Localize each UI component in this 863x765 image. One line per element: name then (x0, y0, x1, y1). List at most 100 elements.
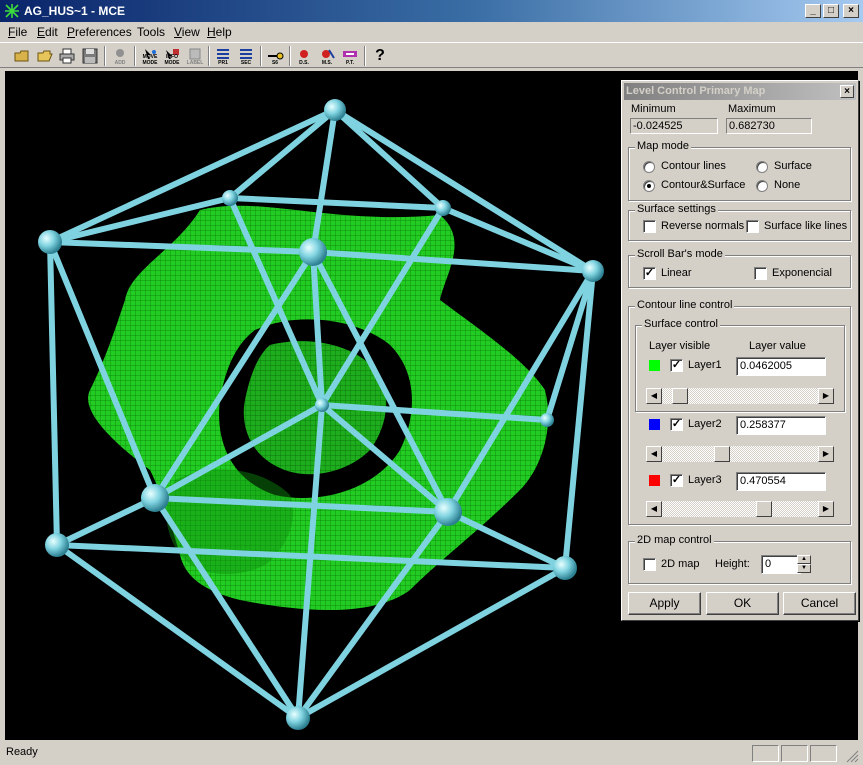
spin-up-icon[interactable]: ▲ (797, 555, 811, 564)
contour-lines-radio[interactable] (643, 161, 655, 173)
menu-view[interactable]: View (174, 25, 200, 39)
ms-icon[interactable]: M.S. (317, 46, 337, 66)
scroll-right-icon[interactable]: ▶ (818, 446, 834, 462)
layer3-color-swatch (649, 475, 660, 486)
ds-icon[interactable]: D.S. (294, 46, 314, 66)
add-icon[interactable]: ADD (110, 46, 130, 66)
toolbar-separator (260, 46, 262, 66)
scroll-thumb[interactable] (756, 501, 772, 517)
resize-grip-icon[interactable] (846, 750, 859, 763)
move-mode-icon[interactable]: MOVE MODE (140, 46, 160, 66)
contour-line-control-group: Contour line control Surface control Lay… (628, 299, 851, 525)
exponencial-checkbox[interactable] (754, 267, 767, 280)
reverse-normals-label: Reverse normals (661, 220, 745, 232)
layer-value-header: Layer value (749, 340, 806, 352)
status-pane (781, 745, 808, 762)
surface-settings-title: Surface settings (635, 203, 718, 215)
maximum-label: Maximum (728, 103, 776, 115)
surface-like-lines-checkbox[interactable] (746, 220, 759, 233)
cancel-button[interactable]: Cancel (783, 592, 856, 615)
menu-preferences[interactable]: Preferences (67, 25, 132, 39)
save-icon[interactable] (80, 46, 100, 66)
scroll-right-icon[interactable]: ▶ (818, 501, 834, 517)
scroll-bar-mode-title: Scroll Bar's mode (635, 248, 725, 260)
toolbar-separator (289, 46, 291, 66)
s6-icon[interactable]: S6 (265, 46, 285, 66)
layer1-value-input[interactable]: 0.0462005 (736, 357, 826, 376)
close-button[interactable]: × (843, 4, 859, 18)
layer1-label: Layer1 (688, 359, 722, 371)
layer3-checkbox[interactable]: ✓ (670, 474, 683, 487)
print-icon[interactable] (57, 46, 77, 66)
label-icon[interactable]: LABEL (185, 46, 205, 66)
2d-map-checkbox[interactable] (643, 558, 656, 571)
layer2-checkbox[interactable]: ✓ (670, 418, 683, 431)
none-label: None (774, 179, 801, 191)
info-mode-icon[interactable]: INFO MODE (162, 46, 182, 66)
reverse-normals-checkbox[interactable] (643, 220, 656, 233)
2d-map-control-title: 2D map control (635, 534, 714, 546)
sec-icon[interactable]: SEC (236, 46, 256, 66)
contour-lines-label: Contour lines (661, 160, 726, 172)
ok-button[interactable]: OK (706, 592, 779, 615)
exponencial-label: Exponencial (772, 267, 832, 279)
contour-surface-label: Contour&Surface (661, 179, 746, 191)
layer1-color-swatch (649, 360, 660, 371)
layer3-value-input[interactable]: 0.470554 (736, 472, 826, 491)
layer-visible-header: Layer visible (649, 340, 711, 352)
spin-down-icon[interactable]: ▼ (797, 564, 811, 573)
layer2-scrollbar[interactable]: ◀ ▶ (646, 446, 834, 462)
layer1-checkbox[interactable]: ✓ (670, 359, 683, 372)
linear-checkbox[interactable]: ✓ (643, 267, 656, 280)
status-bar: Ready (0, 742, 863, 765)
menu-help[interactable]: Help (207, 25, 232, 39)
minimize-button[interactable]: _ (805, 4, 821, 18)
layer1-scrollbar[interactable]: ◀ ▶ (646, 388, 834, 404)
window-title-bar[interactable]: AG_HUS~1 - MCE _ □ × (0, 0, 863, 22)
linear-label: Linear (661, 267, 692, 279)
dialog-close-button[interactable]: × (840, 85, 854, 98)
level-control-dialog: Level Control Primary Map × Minimum Maxi… (621, 80, 859, 621)
window-title: AG_HUS~1 - MCE (24, 4, 126, 18)
menu-tools[interactable]: Tools (137, 25, 165, 39)
map-mode-title: Map mode (635, 140, 691, 152)
status-pane (752, 745, 779, 762)
scroll-thumb[interactable] (714, 446, 730, 462)
surface-settings-group: Surface settings Reverse normals Surface… (628, 203, 851, 241)
menu-edit[interactable]: Edit (37, 25, 58, 39)
scroll-left-icon[interactable]: ◀ (646, 446, 662, 462)
surface-control-title: Surface control (642, 318, 720, 330)
minimum-label: Minimum (631, 103, 676, 115)
2d-map-label: 2D map (661, 558, 700, 570)
layer2-value-input[interactable]: 0.258377 (736, 416, 826, 435)
menu-bar: File Edit Preferences Tools View Help (0, 22, 863, 42)
scroll-right-icon[interactable]: ▶ (818, 388, 834, 404)
none-radio[interactable] (756, 180, 768, 192)
dialog-title: Level Control Primary Map (626, 85, 766, 97)
toolbar-separator (104, 46, 106, 66)
scroll-thumb[interactable] (672, 388, 688, 404)
layer2-color-swatch (649, 419, 660, 430)
maximize-button[interactable]: □ (823, 4, 839, 18)
scroll-left-icon[interactable]: ◀ (646, 501, 662, 517)
pt-icon[interactable]: P.T. (340, 46, 360, 66)
layer3-scrollbar[interactable]: ◀ ▶ (646, 501, 834, 517)
dialog-title-bar[interactable]: Level Control Primary Map × (624, 83, 856, 100)
open-folder-icon[interactable] (35, 46, 55, 66)
height-label: Height: (715, 558, 750, 570)
scroll-left-icon[interactable]: ◀ (646, 388, 662, 404)
help-icon[interactable]: ? (370, 46, 390, 66)
contour-surface-radio[interactable] (643, 180, 655, 192)
status-text: Ready (6, 746, 38, 758)
surface-radio[interactable] (756, 161, 768, 173)
apply-button[interactable]: Apply (628, 592, 701, 615)
open-icon[interactable] (12, 46, 32, 66)
toolbar: ADD MOVE MODE INFO MODE LABEL PR1 SEC S6… (0, 42, 863, 68)
surface-like-lines-label: Surface like lines (764, 220, 848, 232)
minimum-value: -0.024525 (630, 118, 718, 134)
status-pane (810, 745, 837, 762)
pr1-icon[interactable]: PR1 (213, 46, 233, 66)
scroll-bar-mode-group: Scroll Bar's mode ✓ Linear Exponencial (628, 248, 851, 288)
height-input[interactable]: 0 (761, 555, 801, 574)
menu-file[interactable]: File (8, 25, 27, 39)
